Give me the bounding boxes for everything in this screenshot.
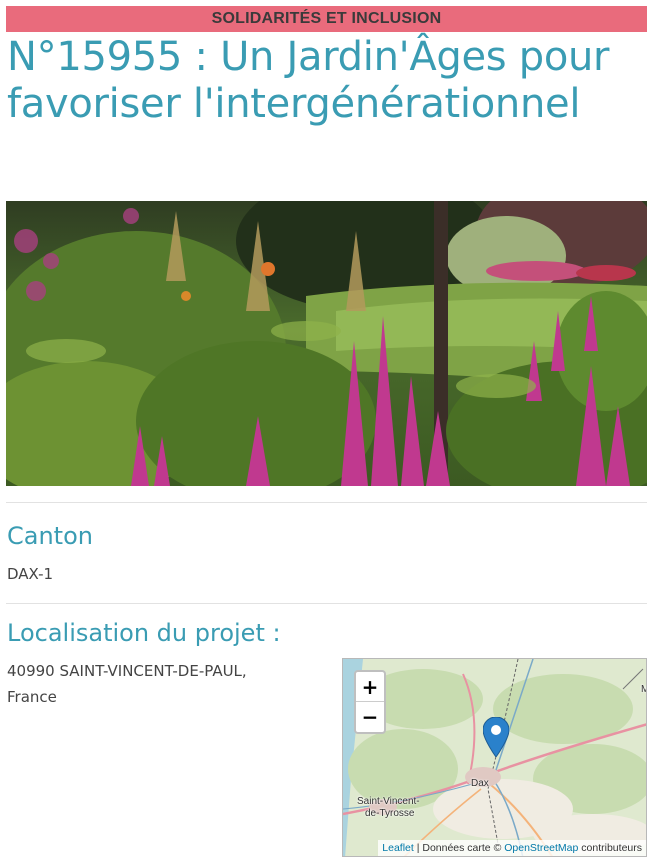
map-tiles: [343, 659, 646, 856]
divider: [6, 502, 647, 503]
divider: [6, 603, 647, 604]
location-heading: Localisation du projet :: [7, 619, 281, 647]
zoom-in-button[interactable]: +: [356, 672, 384, 702]
category-banner: SOLIDARITÉS ET INCLUSION: [6, 6, 647, 32]
hero-image: [6, 201, 647, 486]
page-title: N°15955 : Un Jardin'Âges pour favoriser …: [7, 34, 610, 127]
canton-value: DAX-1: [7, 565, 54, 583]
zoom-out-button[interactable]: −: [356, 702, 384, 732]
attribution-separator: | Données carte ©: [413, 842, 505, 854]
map-label-town-2: de-Tyrosse: [365, 808, 415, 819]
map-label-dax: Dax: [471, 778, 489, 789]
location-map[interactable]: Dax Saint-Vincent- de-Tyrosse M + − Leaf…: [342, 658, 647, 857]
map-label-edge: M: [641, 684, 646, 695]
address-line-2: France: [7, 688, 57, 706]
canton-heading: Canton: [7, 522, 93, 550]
osm-link[interactable]: OpenStreetMap: [504, 842, 578, 854]
map-marker-icon[interactable]: [483, 717, 509, 757]
zoom-control: + −: [354, 670, 386, 734]
attribution-suffix: contributeurs: [578, 842, 642, 854]
map-attribution: Leaflet | Données carte © OpenStreetMap …: [378, 840, 646, 856]
leaflet-link[interactable]: Leaflet: [382, 842, 414, 854]
map-label-town-1: Saint-Vincent-: [357, 796, 420, 807]
address-line-1: 40990 SAINT-VINCENT-DE-PAUL,: [7, 662, 247, 680]
